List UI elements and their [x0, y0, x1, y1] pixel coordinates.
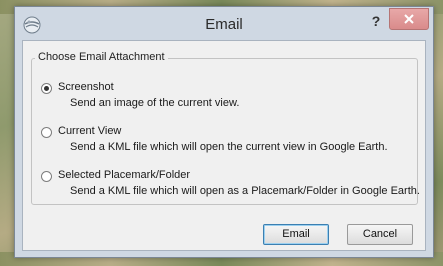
option-selected-placemark-description: Send a KML file which will open as a Pla… — [70, 185, 420, 197]
option-current-view-description: Send a KML file which will open the curr… — [70, 141, 388, 153]
option-screenshot-description: Send an image of the current view. — [70, 97, 240, 109]
help-button[interactable]: ? — [365, 11, 387, 31]
close-button[interactable] — [389, 8, 429, 30]
close-icon — [404, 14, 414, 24]
dialog-content: Choose Email Attachment Screenshot Send … — [22, 40, 426, 251]
option-selected-placemark-label[interactable]: Selected Placemark/Folder — [58, 169, 190, 181]
radio-current-view[interactable] — [41, 127, 52, 138]
email-dialog: Email ? Choose Email Attachment Screensh… — [14, 6, 434, 258]
groupbox-label: Choose Email Attachment — [35, 51, 168, 63]
radio-screenshot[interactable] — [41, 83, 52, 94]
title-bar[interactable]: Email ? — [15, 7, 433, 43]
option-current-view-label[interactable]: Current View — [58, 125, 121, 137]
option-screenshot-label[interactable]: Screenshot — [58, 81, 114, 93]
email-button[interactable]: Email — [263, 224, 329, 245]
radio-selected-placemark[interactable] — [41, 171, 52, 182]
cancel-button[interactable]: Cancel — [347, 224, 413, 245]
